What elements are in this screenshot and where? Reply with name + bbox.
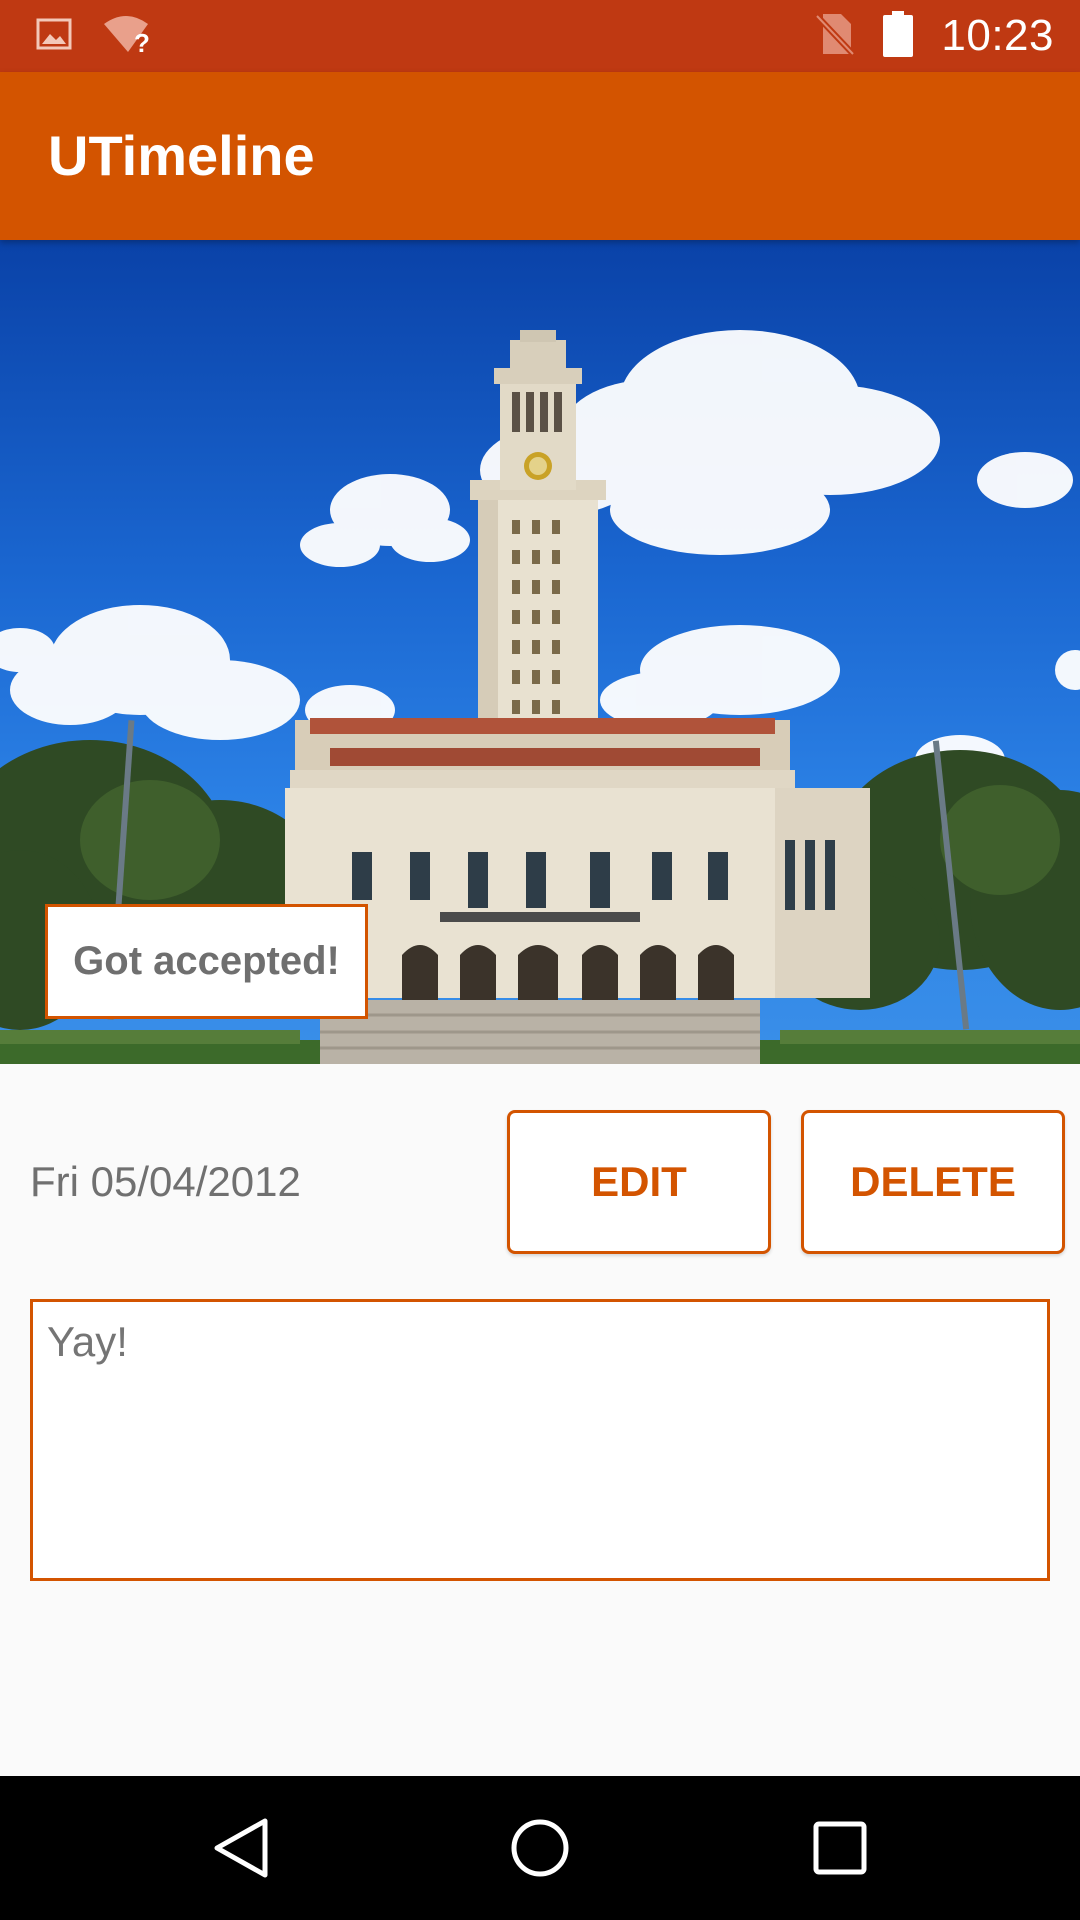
navigation-bar <box>0 1776 1080 1920</box>
app-title: UTimeline <box>48 124 315 187</box>
recents-icon[interactable] <box>768 1776 912 1920</box>
delete-button[interactable]: DELETE <box>801 1110 1065 1254</box>
edit-button[interactable]: EDIT <box>507 1110 771 1254</box>
back-icon[interactable] <box>170 1776 314 1920</box>
no-sim-icon <box>815 12 856 61</box>
image-icon <box>36 16 72 57</box>
entry-caption: Got accepted! <box>45 904 368 1019</box>
svg-text:?: ? <box>134 28 150 54</box>
status-time: 10:23 <box>941 11 1054 60</box>
entry-date: Fri 05/04/2012 <box>30 1158 301 1205</box>
entry-note[interactable]: Yay! <box>30 1299 1050 1581</box>
app-bar: UTimeline <box>0 72 1080 240</box>
battery-icon <box>883 10 914 62</box>
wifi-unknown-icon: ? <box>102 14 154 59</box>
status-bar: ? 10:23 <box>0 0 1080 72</box>
home-icon[interactable] <box>468 1776 612 1920</box>
